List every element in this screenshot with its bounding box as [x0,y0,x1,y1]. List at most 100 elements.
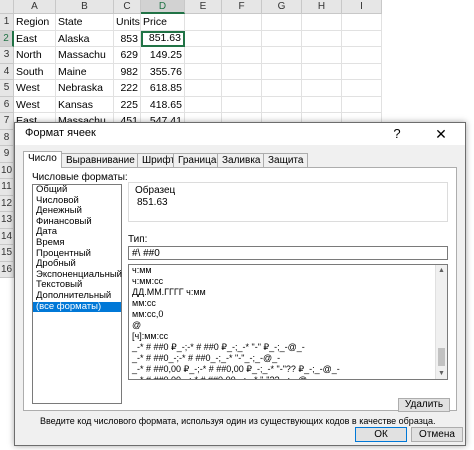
cell[interactable] [222,47,262,64]
tab-protection[interactable]: Защита [263,153,309,167]
cell[interactable]: West [14,96,56,113]
tab-alignment[interactable]: Выравнивание [61,153,140,167]
category-item[interactable]: (все форматы) [33,301,121,313]
column-header-c[interactable]: C [114,0,141,14]
cell[interactable] [222,96,262,113]
tab-fill[interactable]: Заливка [217,153,266,167]
row-header[interactable]: 6 [0,96,14,113]
format-code-item[interactable]: ч:мм [129,265,447,276]
format-code-item[interactable]: _-* # ##0 ₽_-;-* # ##0 ₽_-;_-* "-" ₽_-;_… [129,342,447,353]
cell[interactable] [342,30,382,47]
row-header[interactable]: 8 [0,129,14,146]
cell[interactable]: 225 [114,96,141,113]
format-code-item[interactable]: _-* # ##0_-;-* # ##0_-;_-* "-"_-;_-@_- [129,353,447,364]
cell[interactable] [185,63,222,80]
select-all-corner[interactable] [0,0,14,14]
cell[interactable] [302,63,342,80]
ok-button[interactable]: ОК [355,427,407,442]
column-header-b[interactable]: B [56,0,114,14]
category-item[interactable]: Дополнительный [33,290,121,302]
cell[interactable]: 222 [114,80,141,97]
cell[interactable]: South [14,63,56,80]
cell[interactable] [342,63,382,80]
row-header[interactable]: 13 [0,212,14,229]
cell[interactable]: 418.65 [141,96,185,113]
cell[interactable] [302,96,342,113]
cell[interactable]: 618.85 [141,80,185,97]
cell[interactable] [222,63,262,80]
cell[interactable] [222,30,262,47]
cell[interactable] [262,47,302,64]
row-header[interactable]: 2 [0,30,14,47]
tab-border[interactable]: Граница [173,153,222,167]
format-code-list[interactable]: ч:мм ч:мм:сс ДД.ММ.ГГГГ ч:мм мм:сс мм:сс,0 @[… [128,264,448,380]
row-header[interactable]: 7 [0,113,14,130]
column-header-i[interactable]: I [342,0,382,14]
cell[interactable] [342,96,382,113]
format-code-item[interactable]: мм:сс,0 [129,309,447,320]
cell[interactable]: 355.76 [141,63,185,80]
cell[interactable] [262,63,302,80]
dialog-titlebar[interactable]: Формат ячеек ? ✕ [15,123,465,145]
cell[interactable] [342,80,382,97]
row-header[interactable]: 1 [0,14,14,31]
column-header-e[interactable]: E [185,0,222,14]
column-header-f[interactable]: F [222,0,262,14]
help-button[interactable]: ? [387,124,407,144]
cell[interactable] [342,47,382,64]
type-input[interactable] [128,246,448,260]
format-code-item[interactable]: _-* # ##0,00_-;-* # ##0,00_-;_-* "-"??_-… [129,375,447,379]
cell[interactable]: Alaska [56,30,114,47]
cell[interactable]: North [14,47,56,64]
column-header-a[interactable]: A [14,0,56,14]
cell[interactable]: East [14,30,56,47]
cell[interactable] [262,96,302,113]
format-list-scrollbar[interactable]: ▲ ▼ [435,265,447,379]
column-header-h[interactable]: H [302,0,342,14]
cell[interactable]: Maine [56,63,114,80]
delete-button[interactable]: Удалить [398,398,450,412]
row-header[interactable]: 11 [0,179,14,196]
format-code-item[interactable]: @ [129,320,447,331]
scroll-down-icon[interactable]: ▼ [436,368,447,379]
cell[interactable] [185,14,222,31]
cell[interactable]: 982 [114,63,141,80]
cell[interactable]: 629 [114,47,141,64]
cell[interactable] [185,30,222,47]
cell[interactable]: Price [141,14,185,31]
tab-number[interactable]: Число [23,151,62,168]
row-header[interactable]: 12 [0,195,14,212]
row-header[interactable]: 16 [0,261,14,278]
cell[interactable]: 853 [114,30,141,47]
column-header-d[interactable]: D [141,0,185,14]
cell[interactable] [302,30,342,47]
cell[interactable] [222,80,262,97]
cell[interactable] [262,14,302,31]
row-header[interactable]: 14 [0,228,14,245]
format-code-item[interactable]: ДД.ММ.ГГГГ ч:мм [129,287,447,298]
cell[interactable]: Kansas [56,96,114,113]
format-code-item[interactable]: [ч]:мм:сс [129,331,447,342]
row-header[interactable]: 4 [0,63,14,80]
cell[interactable]: Region [14,14,56,31]
cell[interactable] [302,47,342,64]
cell[interactable] [342,14,382,31]
cell[interactable] [262,80,302,97]
cell[interactable] [262,30,302,47]
close-button[interactable]: ✕ [431,124,451,144]
cell[interactable] [302,80,342,97]
row-header[interactable]: 10 [0,162,14,179]
active-cell[interactable]: 851.63 [141,30,185,47]
category-item[interactable]: Общий [33,184,121,196]
cell[interactable]: Massachu [56,47,114,64]
row-header[interactable]: 9 [0,146,14,163]
cell[interactable] [185,80,222,97]
column-header-g[interactable]: G [262,0,302,14]
row-header[interactable]: 3 [0,47,14,64]
cancel-button[interactable]: Отмена [411,427,463,442]
scroll-up-icon[interactable]: ▲ [436,265,447,276]
cell[interactable]: State [56,14,114,31]
cell[interactable] [302,14,342,31]
cell[interactable] [185,96,222,113]
cell[interactable] [185,47,222,64]
